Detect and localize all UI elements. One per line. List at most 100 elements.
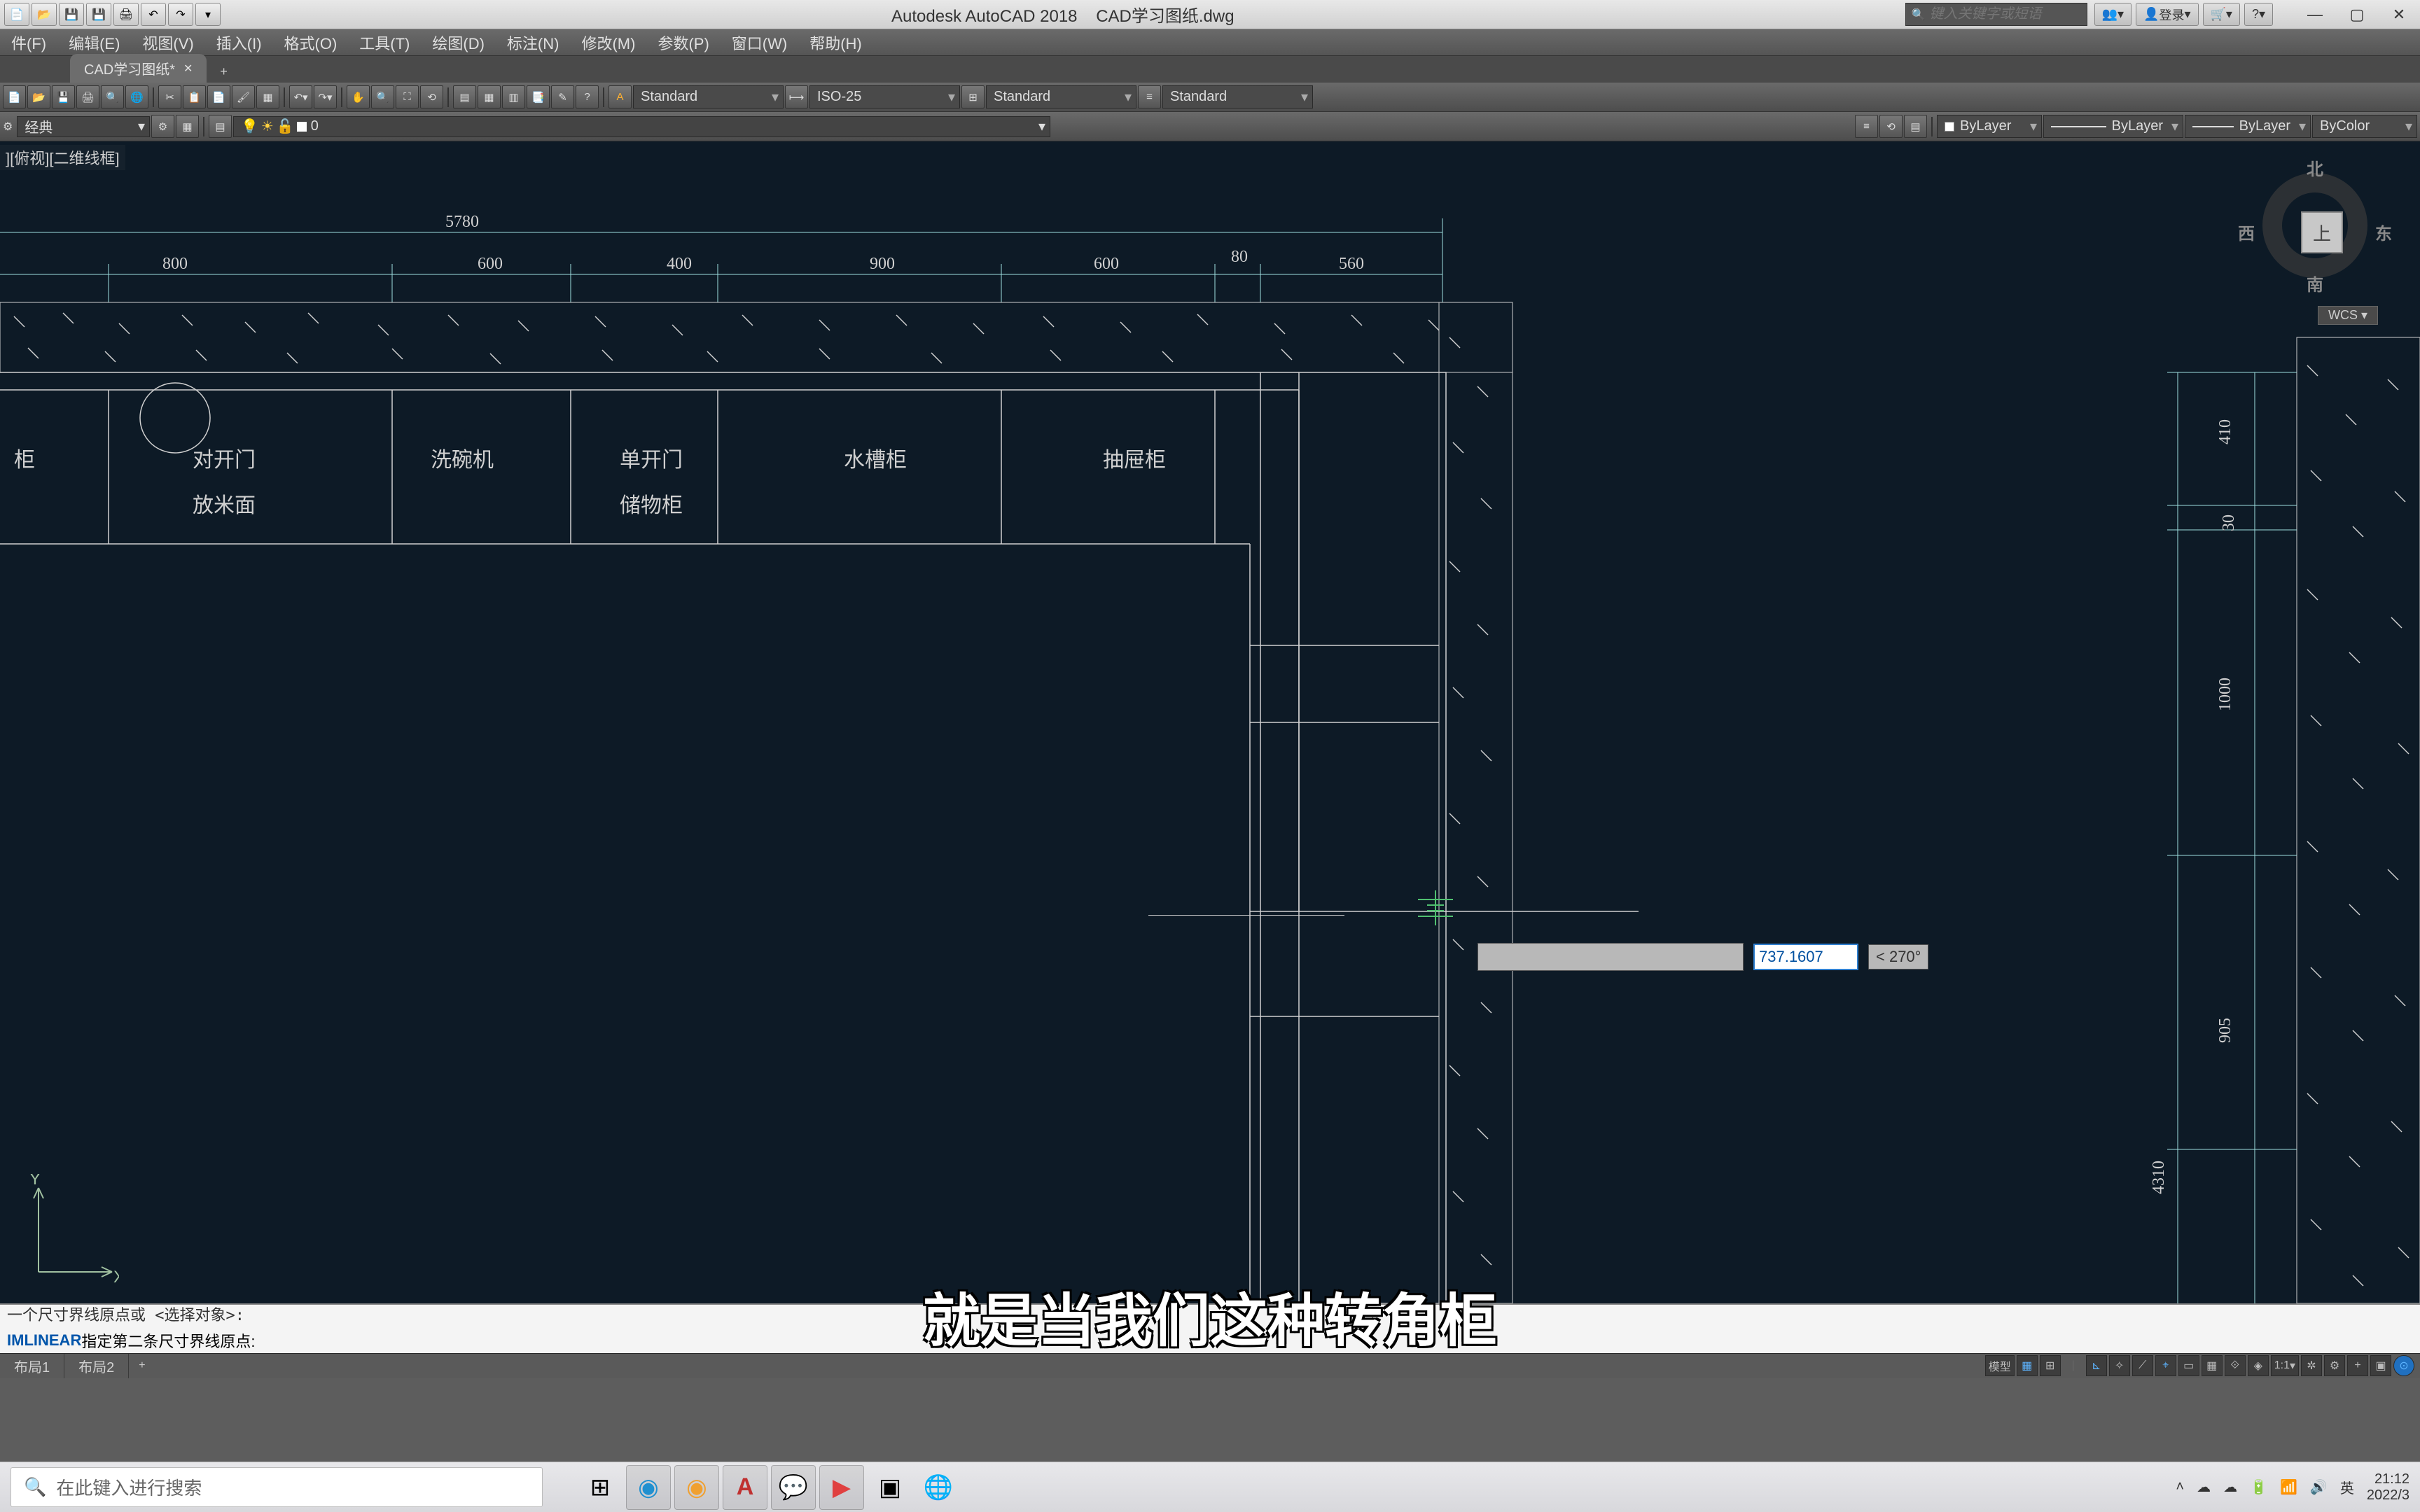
menu-window[interactable]: 窗口(W): [721, 29, 798, 55]
copy-icon[interactable]: 📋: [183, 85, 206, 108]
tray-onedrive-icon[interactable]: ☁: [2223, 1478, 2237, 1496]
tray-battery-icon[interactable]: 🔋: [2250, 1478, 2267, 1496]
workspace-dd[interactable]: 经典: [17, 116, 150, 137]
undo-icon[interactable]: ↶▾: [289, 85, 312, 108]
mlstyle-icon[interactable]: ≡: [1138, 85, 1161, 108]
layout-tab-l2[interactable]: 布局2: [64, 1354, 129, 1378]
linetype-dd[interactable]: ByLayer: [2185, 115, 2311, 138]
status-qp-icon[interactable]: ⟐: [2225, 1355, 2246, 1376]
file-tab-active[interactable]: CAD学习图纸*✕: [70, 54, 207, 83]
add-file-tab[interactable]: +: [210, 61, 237, 83]
layer-state-icon[interactable]: ▤: [1904, 115, 1927, 138]
taskbar-app-wechat[interactable]: 💬: [771, 1465, 816, 1510]
status-osnap-icon[interactable]: ⌖: [2155, 1355, 2176, 1376]
plot-icon[interactable]: 🖨: [76, 85, 99, 108]
layer-dd[interactable]: 💡 ☀ 🔓 0: [233, 116, 1050, 137]
qat-new-icon[interactable]: 📄: [4, 3, 29, 26]
status-snap-icon[interactable]: ⊞: [2040, 1355, 2061, 1376]
open-icon[interactable]: 📂: [27, 85, 50, 108]
compass-w[interactable]: 西: [2238, 220, 2255, 244]
tp-icon[interactable]: ▥: [502, 85, 525, 108]
status-monitor-icon[interactable]: +: [2347, 1355, 2368, 1376]
close-tab-icon[interactable]: ✕: [183, 62, 193, 76]
taskbar-app-autocad[interactable]: A: [723, 1465, 767, 1510]
compass-s[interactable]: 南: [2307, 271, 2323, 295]
taskbar-app-6[interactable]: ▣: [868, 1465, 912, 1510]
zoom-win-icon[interactable]: ⛶: [396, 85, 419, 108]
qat-saveas-icon[interactable]: 💾: [86, 3, 111, 26]
status-clean-icon[interactable]: ⊙: [2393, 1355, 2414, 1376]
wcs-dropdown[interactable]: WCS ▾: [2318, 306, 2378, 325]
infocenter-btn[interactable]: 👥▾: [2094, 3, 2132, 26]
textstyle-icon[interactable]: A: [609, 85, 632, 108]
taskbar-app-2[interactable]: ◉: [674, 1465, 719, 1510]
qat-save-icon[interactable]: 💾: [59, 3, 84, 26]
menu-format[interactable]: 格式(O): [273, 29, 349, 55]
tray-volume-icon[interactable]: 🔊: [2310, 1478, 2328, 1496]
help-search-input[interactable]: [1930, 6, 2081, 22]
markup-icon[interactable]: ✎: [551, 85, 574, 108]
preview-icon[interactable]: 🔍: [101, 85, 124, 108]
zoom-rt-icon[interactable]: 🔍: [371, 85, 394, 108]
mlstyle-dd[interactable]: Standard: [1162, 85, 1313, 108]
menu-modify[interactable]: 修改(M): [570, 29, 646, 55]
qat-more-icon[interactable]: ▾: [195, 3, 221, 26]
calc-icon[interactable]: ?: [576, 85, 599, 108]
menu-help[interactable]: 帮助(H): [798, 29, 873, 55]
layout-tab-l1[interactable]: 布局1: [0, 1354, 64, 1378]
tray-cloud-icon[interactable]: ☁: [2197, 1478, 2211, 1496]
color-dd[interactable]: ByLayer: [1937, 115, 2042, 138]
new-icon[interactable]: 📄: [3, 85, 26, 108]
publish-icon[interactable]: 🌐: [125, 85, 148, 108]
menu-param[interactable]: 参数(P): [646, 29, 720, 55]
menu-tools[interactable]: 工具(T): [348, 29, 421, 55]
save-icon[interactable]: 💾: [52, 85, 75, 108]
status-cycle-icon[interactable]: ◈: [2248, 1355, 2269, 1376]
dimstyle-icon[interactable]: ⟼: [785, 85, 808, 108]
task-view-icon[interactable]: ⊞: [578, 1465, 623, 1510]
menu-view[interactable]: 视图(V): [131, 29, 204, 55]
help-search[interactable]: 🔍: [1905, 3, 2087, 26]
ws-toolbar-icon[interactable]: ▦: [176, 115, 199, 138]
compass-n[interactable]: 北: [2307, 155, 2323, 180]
qat-print-icon[interactable]: 🖨: [113, 3, 139, 26]
block-icon[interactable]: ▦: [256, 85, 279, 108]
minimize-btn[interactable]: —: [2294, 3, 2336, 26]
zoom-prev-icon[interactable]: ⟲: [420, 85, 443, 108]
taskbar-app-browser[interactable]: ◉: [626, 1465, 671, 1510]
tablestyle-dd[interactable]: Standard: [986, 85, 1136, 108]
viewcube[interactable]: 上 北 南 西 东: [2245, 155, 2385, 295]
taskbar-app-rec[interactable]: ▶: [819, 1465, 864, 1510]
status-anno-icon[interactable]: ✲: [2301, 1355, 2322, 1376]
maximize-btn[interactable]: ▢: [2336, 3, 2378, 26]
plotstyle-dd[interactable]: ByColor: [2312, 115, 2417, 138]
status-trans-icon[interactable]: ▦: [2202, 1355, 2223, 1376]
status-iso-icon[interactable]: ⟋: [2132, 1355, 2153, 1376]
match-icon[interactable]: 🖌: [232, 85, 255, 108]
ws-settings-icon[interactable]: ⚙: [151, 115, 174, 138]
menu-draw[interactable]: 绘图(D): [421, 29, 496, 55]
dyn-distance-input[interactable]: [1753, 944, 1858, 970]
menu-insert[interactable]: 插入(I): [205, 29, 273, 55]
menu-edit[interactable]: 编辑(E): [57, 29, 131, 55]
menu-dim[interactable]: 标注(N): [496, 29, 571, 55]
compass-e[interactable]: 东: [2375, 220, 2392, 244]
taskbar-app-chrome[interactable]: 🌐: [916, 1465, 961, 1510]
layout-add[interactable]: +: [129, 1354, 155, 1378]
signin-btn[interactable]: 👤 登录 ▾: [2136, 3, 2198, 26]
drawing-canvas[interactable]: ][俯视][二维线框] 5780 800 600 400 900 600 80 …: [0, 141, 2420, 1303]
tray-ime[interactable]: 英: [2340, 1477, 2354, 1497]
taskbar-search[interactable]: 🔍 在此键入进行搜索: [11, 1467, 543, 1507]
qat-undo-icon[interactable]: ↶: [141, 3, 166, 26]
exchange-btn[interactable]: 🛒▾: [2203, 3, 2240, 26]
tablestyle-icon[interactable]: ⊞: [961, 85, 985, 108]
pan-icon[interactable]: ✋: [347, 85, 370, 108]
status-lwt-icon[interactable]: ▭: [2178, 1355, 2199, 1376]
menu-file[interactable]: 件(F): [0, 29, 57, 55]
dimstyle-dd[interactable]: ISO-25: [809, 85, 960, 108]
viewcube-top[interactable]: 上: [2301, 211, 2343, 253]
redo-icon[interactable]: ↷▾: [314, 85, 337, 108]
paste-icon[interactable]: 📄: [207, 85, 230, 108]
status-grid-icon[interactable]: ▦: [2017, 1355, 2038, 1376]
tray-chevron-icon[interactable]: ˄: [2176, 1479, 2184, 1495]
